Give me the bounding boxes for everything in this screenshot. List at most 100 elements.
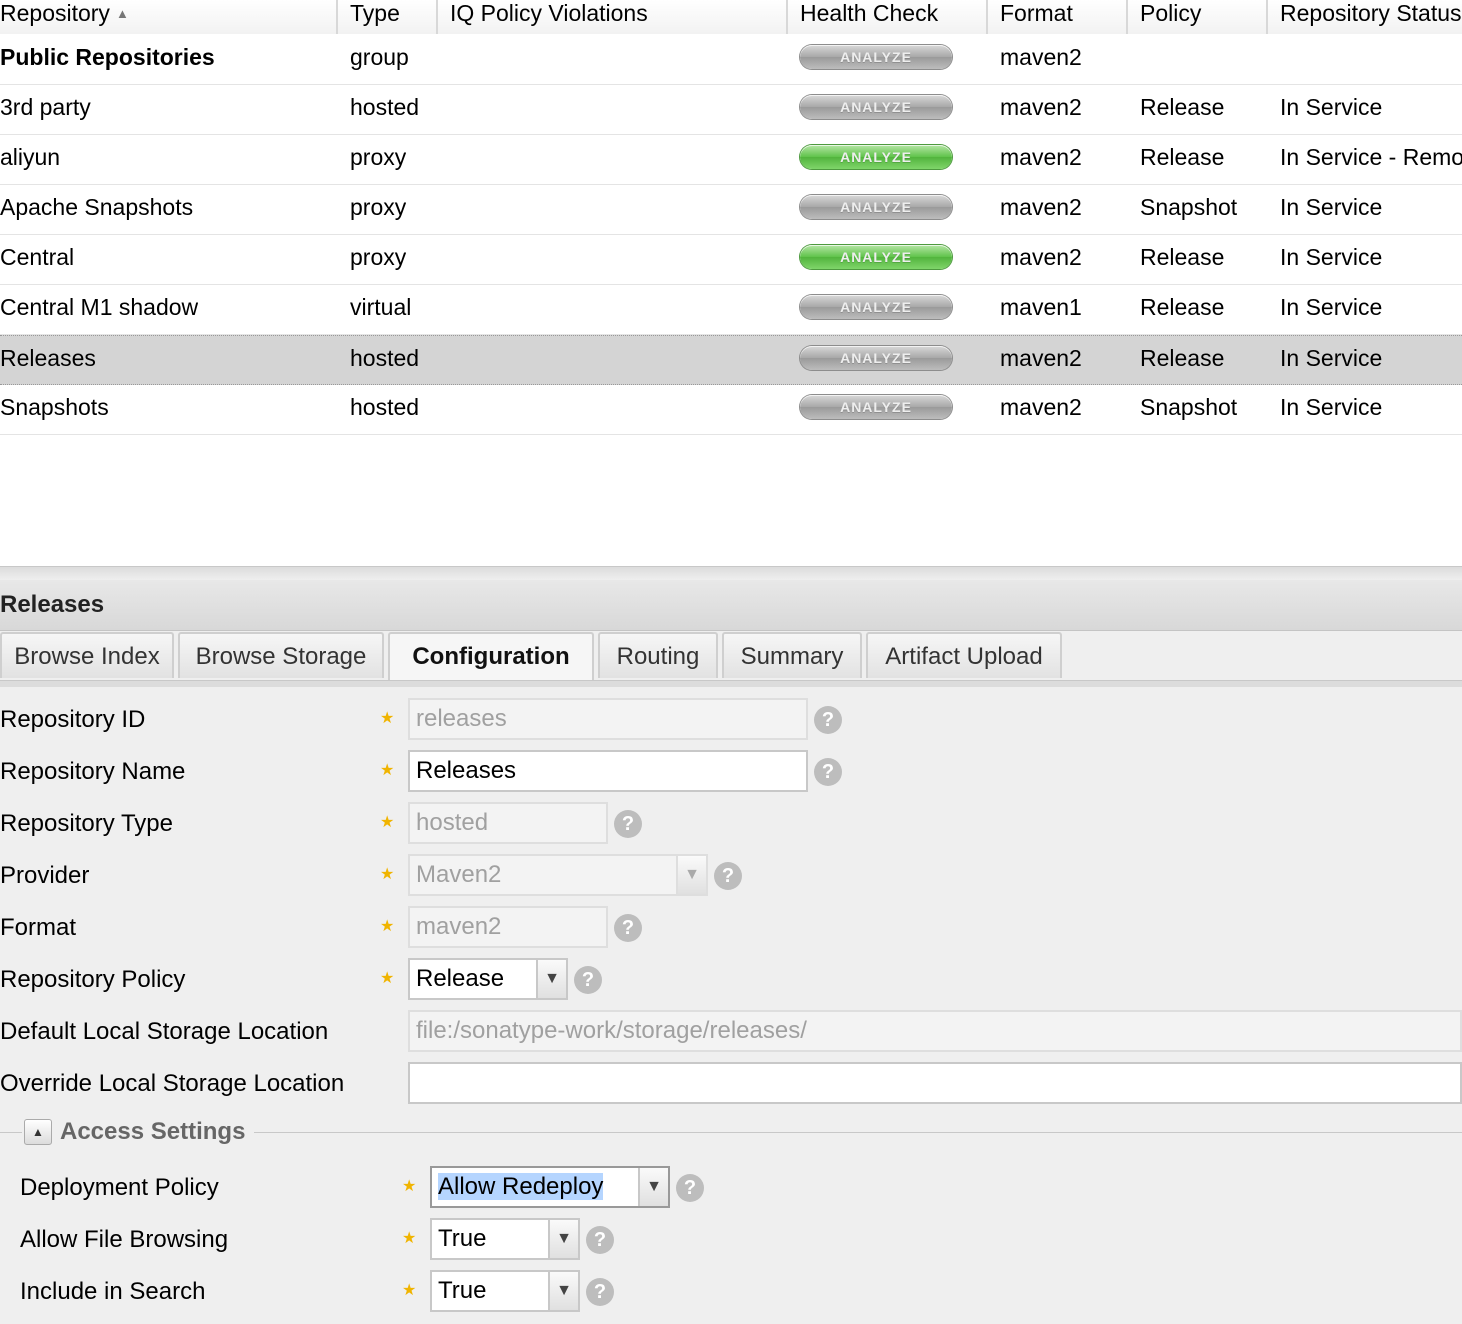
chevron-down-icon[interactable]: ▼: [536, 960, 566, 998]
label-override-storage: Override Local Storage Location: [0, 1070, 345, 1097]
required-star-icon: ★: [402, 1230, 417, 1247]
include-in-search-value: True: [438, 1277, 487, 1304]
cell-repository-status: In Service: [1280, 94, 1383, 120]
chevron-down-icon[interactable]: ▼: [548, 1272, 578, 1310]
column-header-iq-policy[interactable]: IQ Policy Violations: [438, 0, 788, 34]
label-repository-name: Repository Name: [0, 758, 186, 785]
analyze-button[interactable]: ANALYZE: [800, 395, 952, 419]
cell-type: proxy: [350, 194, 407, 220]
cell-policy: Release: [1140, 345, 1225, 371]
cell-repository-status: In Service: [1280, 394, 1383, 420]
column-header-format[interactable]: Format: [988, 0, 1128, 34]
tab-configuration[interactable]: Configuration: [388, 632, 594, 680]
help-icon[interactable]: ?: [586, 1226, 614, 1254]
column-header-policy[interactable]: Policy: [1128, 0, 1268, 34]
splitter[interactable]: [0, 566, 1462, 581]
help-icon[interactable]: ?: [714, 862, 742, 890]
allow-file-browsing-value: True: [438, 1225, 487, 1252]
provider-value: Maven2: [416, 861, 502, 888]
table-row[interactable]: aliyun proxy ANALYZE maven2 Release In Servic…: [0, 135, 1462, 185]
chevron-down-icon[interactable]: ▼: [548, 1220, 578, 1258]
allow-file-browsing-select[interactable]: True ▼: [430, 1218, 580, 1260]
default-storage-field[interactable]: file:/sonatype-work/storage/releases/: [408, 1010, 1462, 1052]
analyze-button[interactable]: ANALYZE: [800, 195, 952, 219]
analyze-button[interactable]: ANALYZE: [800, 245, 952, 269]
column-label: Repository: [0, 0, 110, 26]
cell-format: maven2: [1000, 194, 1082, 220]
cell-format: maven1: [1000, 294, 1082, 320]
collapse-up-icon[interactable]: ▲: [24, 1119, 52, 1145]
cell-format: maven2: [1000, 345, 1082, 371]
cell-repository-name: aliyun: [0, 144, 61, 170]
repository-policy-select[interactable]: Release ▼: [408, 958, 568, 1000]
cell-repository-name: Public Repositories: [0, 44, 215, 70]
table-row[interactable]: Central proxy ANALYZE maven2 Release In Servi…: [0, 235, 1462, 285]
cell-type: proxy: [350, 244, 407, 270]
help-icon[interactable]: ?: [614, 810, 642, 838]
cell-repository-status: In Service: [1280, 294, 1383, 320]
analyze-button[interactable]: ANALYZE: [800, 145, 952, 169]
cell-type: virtual: [350, 294, 412, 320]
column-header-type[interactable]: Type: [338, 0, 438, 34]
cell-type: hosted: [350, 394, 420, 420]
deployment-policy-select[interactable]: Allow Redeploy ▼: [430, 1166, 670, 1208]
panel-title: Releases: [0, 580, 1462, 631]
table-row[interactable]: 3rd party hosted ANALYZE maven2 Release In Se…: [0, 85, 1462, 135]
cell-policy: Snapshot: [1140, 394, 1238, 420]
required-star-icon: ★: [380, 710, 395, 727]
table-row[interactable]: Apache Snapshots proxy ANALYZE maven2 Snapsh…: [0, 185, 1462, 235]
column-header-repository[interactable]: Repository ▲: [0, 0, 338, 34]
analyze-button[interactable]: ANALYZE: [800, 295, 952, 319]
tab-summary[interactable]: Summary: [722, 632, 862, 678]
tab-browse-index[interactable]: Browse Index: [0, 632, 174, 678]
table-row[interactable]: Public Repositories group ANALYZE maven2: [0, 35, 1462, 85]
column-header-health-check[interactable]: Health Check: [788, 0, 988, 34]
tab-browse-storage[interactable]: Browse Storage: [178, 632, 384, 678]
help-icon[interactable]: ?: [586, 1278, 614, 1306]
format-field[interactable]: maven2: [408, 906, 608, 948]
table-row[interactable]: Snapshots hosted ANALYZE maven2 Snapshot In S…: [0, 385, 1462, 435]
cell-repository-status: In Service: [1280, 244, 1383, 270]
table-row[interactable]: Releases hosted ANALYZE maven2 Release In Ser…: [0, 335, 1462, 385]
repository-policy-value: Release: [416, 965, 505, 992]
help-icon[interactable]: ?: [814, 758, 842, 786]
override-storage-field[interactable]: [408, 1062, 1462, 1104]
repository-detail-panel: Releases Browse Index Browse Storage Con…: [0, 580, 1462, 1324]
help-icon[interactable]: ?: [676, 1174, 704, 1202]
grid-header: Repository ▲ Type IQ Policy Violations He…: [0, 0, 1462, 34]
tab-routing[interactable]: Routing: [598, 632, 718, 678]
include-in-search-select[interactable]: True ▼: [430, 1270, 580, 1312]
table-row[interactable]: Central M1 shadow virtual ANALYZE maven1 Rel…: [0, 285, 1462, 335]
cell-policy: Release: [1140, 294, 1225, 320]
provider-select[interactable]: Maven2 ▼: [408, 854, 708, 896]
cell-policy: Release: [1140, 94, 1225, 120]
analyze-button[interactable]: ANALYZE: [800, 346, 952, 370]
cell-repository-status: In Service: [1280, 194, 1383, 220]
cell-repository-name: Apache Snapshots: [0, 194, 194, 220]
repository-id-field[interactable]: releases: [408, 698, 808, 740]
chevron-down-icon[interactable]: ▼: [638, 1168, 668, 1206]
label-include-in-search: Include in Search: [20, 1278, 206, 1305]
required-star-icon: ★: [402, 1178, 417, 1195]
label-repository-id: Repository ID: [0, 706, 146, 733]
required-star-icon: ★: [402, 1282, 417, 1299]
tab-strip: [0, 680, 1462, 687]
analyze-button[interactable]: ANALYZE: [800, 95, 952, 119]
cell-format: maven2: [1000, 144, 1082, 170]
repository-type-field[interactable]: hosted: [408, 802, 608, 844]
cell-format: maven2: [1000, 94, 1082, 120]
label-repository-policy: Repository Policy: [0, 966, 186, 993]
cell-type: proxy: [350, 144, 407, 170]
cell-repository-name: Central: [0, 244, 75, 270]
column-header-repository-status[interactable]: Repository Status: [1268, 0, 1462, 34]
tab-artifact-upload[interactable]: Artifact Upload: [866, 632, 1062, 678]
help-icon[interactable]: ?: [814, 706, 842, 734]
repository-name-field[interactable]: Releases: [408, 750, 808, 792]
cell-repository-name: Snapshots: [0, 394, 109, 420]
cell-format: maven2: [1000, 44, 1082, 70]
help-icon[interactable]: ?: [614, 914, 642, 942]
chevron-down-icon[interactable]: ▼: [676, 856, 706, 894]
deployment-policy-value: Allow Redeploy: [438, 1173, 604, 1200]
analyze-button[interactable]: ANALYZE: [800, 45, 952, 69]
help-icon[interactable]: ?: [574, 966, 602, 994]
